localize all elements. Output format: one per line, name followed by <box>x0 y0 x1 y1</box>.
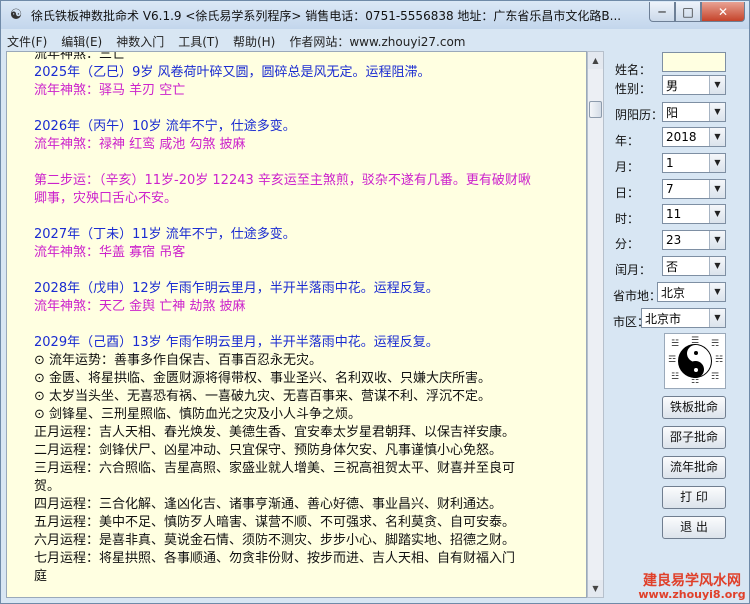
result-line: 四月运程：三合化解、逢凶化吉、诸事亨渐通、善心好德、事业昌兴、财利通达。 <box>34 497 503 512</box>
name-label: 姓名： <box>615 63 652 77</box>
tieban-reading-button[interactable]: 铁板批命 <box>662 396 726 419</box>
result-line: 正月运程：吉人天相、春光焕发、美德生香、宜安奉太岁星君朝拜、以保吉祥安康。 <box>34 425 516 440</box>
leap-month-label: 闰月： <box>615 263 652 277</box>
watermark-url: www.zhouyi8.org <box>638 588 746 601</box>
exit-button[interactable]: 退 出 <box>662 516 726 539</box>
result-line: ⊙ 剑锋星、三刑星照临、慎防血光之灾及小人斗争之烦。 <box>34 407 362 422</box>
watermark: 建良易学风水网 www.zhouyi8.org <box>633 573 750 601</box>
trigram-bottomleft-icon: ☳ <box>671 372 680 382</box>
annual-reading-button[interactable]: 流年批命 <box>662 456 726 479</box>
gender-label: 性别： <box>615 82 652 96</box>
province-select[interactable]: 北京 ▼ <box>657 282 726 302</box>
result-line: 五月运程：美中不足、慎防歹人暗害、谋营不顺、不可强求、名利莫贪、自可安泰。 <box>34 515 516 530</box>
result-line: 流年神煞：禄神 红鸾 咸池 勾煞 披麻 <box>34 137 246 152</box>
result-line: 流年神煞：华盖 寡宿 吊客 <box>34 245 186 260</box>
calendar-label: 阴阳历： <box>615 108 664 122</box>
result-line: 2029年（己酉）13岁 乍雨乍明云里月，半开半落雨中花。运程反复。 <box>34 335 439 350</box>
title-bar: ☯ 徐氏铁板神数批命术 V6.1.9 <徐氏易学系列程序> 销售电话：0751-… <box>1 1 749 29</box>
chevron-down-icon[interactable]: ▼ <box>709 103 725 121</box>
minute-label: 分： <box>615 237 640 251</box>
month-label: 月： <box>615 160 640 174</box>
chevron-down-icon[interactable]: ▼ <box>709 180 725 198</box>
input-panel: 姓名： 性别： 男 ▼ 阴阳历： 阳 ▼ 年： 2018 ▼ 月： 1 ▼ 日：… <box>609 51 749 601</box>
chevron-down-icon[interactable]: ▼ <box>709 257 725 275</box>
menu-edit[interactable]: 编辑(E) <box>61 33 102 50</box>
result-line: 三月运程：六合照临、吉星高照、家盛业就人增美、三祝高祖贺太平、财喜并至良可 <box>34 461 516 476</box>
result-line: 七月运程：将星拱照、各事顺通、勿贪非份财、按步而进、吉人天相、自有财福入门 <box>34 551 516 566</box>
chevron-down-icon[interactable]: ▼ <box>709 309 725 327</box>
result-line: 流年神煞：天乙 金舆 亡神 劫煞 披麻 <box>34 299 246 314</box>
trigram-left-icon: ☲ <box>668 355 677 365</box>
trigram-topright-icon: ☴ <box>711 339 720 349</box>
shaozi-reading-button[interactable]: 邵子批命 <box>662 426 726 449</box>
watermark-title: 建良易学风水网 <box>643 573 741 589</box>
district-select[interactable]: 北京市 ▼ <box>641 308 726 328</box>
maximize-icon: □ <box>682 4 694 19</box>
result-line: 2027年（丁未）11岁 流年不宁，仕途多变。 <box>34 227 296 242</box>
result-line: ⊙ 金匮、将星拱临、金匮财源将得带权、事业圣兴、名利双收、只嫌大庆所害。 <box>34 371 492 386</box>
minimize-icon: ─ <box>658 4 666 19</box>
chevron-down-icon[interactable]: ▼ <box>709 154 725 172</box>
window-title: 徐氏铁板神数批命术 V6.1.9 <徐氏易学系列程序> 销售电话：0751-55… <box>31 8 622 23</box>
calendar-select[interactable]: 阳 ▼ <box>662 102 726 122</box>
result-line: ⊙ 流年运势：善事多作自保吉、百事百忍永无灾。 <box>34 353 323 368</box>
scroll-up-icon[interactable]: ▲ <box>588 52 603 69</box>
year-select[interactable]: 2018 ▼ <box>662 127 726 147</box>
day-select[interactable]: 7 ▼ <box>662 179 726 199</box>
chevron-down-icon[interactable]: ▼ <box>709 205 725 223</box>
result-line: 流年神煞：三亡 <box>34 51 126 62</box>
result-line: 2028年（戊申）12岁 乍雨乍明云里月，半开半落雨中花。运程反复。 <box>34 281 439 296</box>
app-icon: ☯ <box>9 7 23 23</box>
minute-select[interactable]: 23 ▼ <box>662 230 726 250</box>
taiji-bagua-icon: ☰ ☷ ☲ ☵ ☱ ☴ ☳ ☶ <box>664 333 726 389</box>
chevron-down-icon[interactable]: ▼ <box>709 128 725 146</box>
trigram-bottomright-icon: ☶ <box>711 372 720 382</box>
scroll-down-icon[interactable]: ▼ <box>588 580 603 597</box>
result-line: ⊙ 太岁当头坐、无喜恐有祸、一喜破九灾、无喜百事来、营谋不利、浮沉不定。 <box>34 389 492 404</box>
result-line: 2025年（乙巳）9岁 风卷荷叶碎又圆，圆碎总是风无定。运程阻滞。 <box>34 65 431 80</box>
menu-tools[interactable]: 工具(T) <box>178 33 219 50</box>
menu-file[interactable]: 文件(F) <box>7 33 47 50</box>
result-line: 二月运程：剑锋伏尸、凶星冲动、只宜保守、预防身体欠安、凡事谨慎小心免怒。 <box>34 443 503 458</box>
maximize-button[interactable]: □ <box>675 2 701 22</box>
print-button[interactable]: 打 印 <box>662 486 726 509</box>
year-label: 年： <box>615 134 640 148</box>
result-line: 2026年（丙午）10岁 流年不宁，仕途多变。 <box>34 119 296 134</box>
result-line: 贺。 <box>34 479 61 494</box>
trigram-topleft-icon: ☱ <box>671 339 680 349</box>
yin-yang-icon <box>678 344 712 378</box>
chevron-down-icon[interactable]: ▼ <box>709 76 725 94</box>
hour-label: 时： <box>615 212 640 226</box>
close-button[interactable]: ✕ <box>701 2 745 22</box>
menu-intro[interactable]: 神数入门 <box>116 33 164 50</box>
hour-select[interactable]: 11 ▼ <box>662 204 726 224</box>
leap-month-select[interactable]: 否 ▼ <box>662 256 726 276</box>
month-select[interactable]: 1 ▼ <box>662 153 726 173</box>
result-line: 流年神煞：驿马 羊刃 空亡 <box>34 83 186 98</box>
province-label: 省市地： <box>613 289 662 303</box>
chevron-down-icon[interactable]: ▼ <box>709 283 725 301</box>
result-text-area[interactable]: 流年神煞：三亡 2025年（乙巳）9岁 风卷荷叶碎又圆，圆碎总是风无定。运程阻滞。… <box>6 51 587 598</box>
menu-author-site[interactable]: 作者网站：www.zhouyi27.com <box>289 33 465 50</box>
result-line: 第二步运：（辛亥）11岁-20岁 12243 辛亥运至主煞煎，驳杂不遂有几番。更… <box>34 173 531 188</box>
result-line: 庭 <box>34 569 48 584</box>
menu-bar: 文件(F) 编辑(E) 神数入门 工具(T) 帮助(H) 作者网站：www.zh… <box>7 31 745 51</box>
day-label: 日： <box>615 186 640 200</box>
trigram-right-icon: ☵ <box>715 355 724 365</box>
menu-help[interactable]: 帮助(H) <box>233 33 275 50</box>
name-input[interactable] <box>662 52 726 72</box>
minimize-button[interactable]: ─ <box>649 2 675 22</box>
scroll-thumb[interactable] <box>589 101 602 118</box>
result-line: 六月运程：是喜非真、莫说金石情、须防不测灾、步步小心、脚踏实地、招德之财。 <box>34 533 516 548</box>
chevron-down-icon[interactable]: ▼ <box>709 231 725 249</box>
gender-select[interactable]: 男 ▼ <box>662 75 726 95</box>
main-window: ☯ 徐氏铁板神数批命术 V6.1.9 <徐氏易学系列程序> 销售电话：0751-… <box>0 0 750 604</box>
result-line: 卿事，灾殃口舌心不安。 <box>34 191 178 206</box>
close-icon: ✕ <box>717 4 729 19</box>
vertical-scrollbar[interactable]: ▲ ▼ <box>587 51 604 598</box>
